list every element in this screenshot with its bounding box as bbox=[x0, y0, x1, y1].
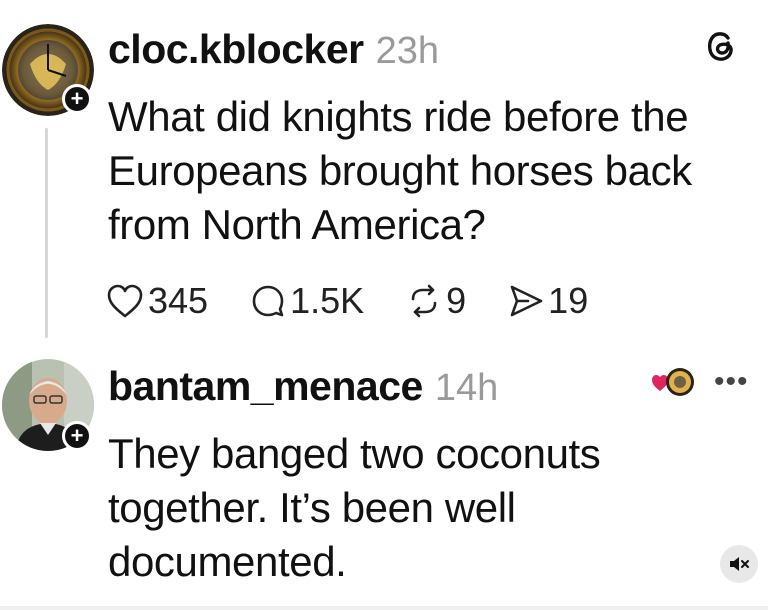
post-body-line: What did knights ride before the bbox=[108, 93, 689, 140]
post-body-line: documented. bbox=[108, 538, 347, 585]
reply-count: 1.5K bbox=[290, 280, 365, 321]
username[interactable]: bantam_menace bbox=[108, 363, 423, 410]
repost-button[interactable]: 9 bbox=[406, 280, 466, 322]
post-body: They banged two coconuts together. It’s … bbox=[108, 427, 601, 589]
repost-icon bbox=[411, 284, 437, 318]
share-icon bbox=[510, 285, 543, 317]
timestamp: 14h bbox=[434, 367, 499, 409]
threads-logo-icon[interactable] bbox=[701, 26, 741, 66]
like-button[interactable]: 345 bbox=[106, 280, 208, 322]
follow-plus-icon[interactable]: + bbox=[62, 421, 92, 451]
thread-connector-line bbox=[45, 128, 48, 338]
post-header: cloc.kblocker 23h bbox=[108, 26, 439, 73]
post-cloc-kblocker: + cloc.kblocker 23h What did knights rid… bbox=[0, 0, 768, 345]
post-body-line: from North America? bbox=[108, 201, 486, 248]
liked-by-author-icon bbox=[652, 368, 694, 396]
post-body-line: They banged two coconuts bbox=[108, 430, 601, 477]
post-body-line: Europeans brought horses back bbox=[108, 147, 692, 194]
timestamp: 23h bbox=[375, 30, 439, 72]
more-options-button[interactable]: ••• bbox=[714, 367, 749, 397]
like-count: 345 bbox=[148, 280, 209, 321]
share-button[interactable]: 19 bbox=[508, 280, 588, 322]
username[interactable]: cloc.kblocker bbox=[108, 26, 364, 73]
post-actions: 345 1.5K 9 19 bbox=[106, 280, 630, 322]
avatar-container[interactable]: + bbox=[2, 24, 94, 116]
follow-plus-icon[interactable]: + bbox=[62, 84, 92, 114]
post-header: bantam_menace 14h bbox=[108, 363, 498, 410]
heart-icon bbox=[107, 284, 143, 318]
reply-button[interactable]: 1.5K bbox=[250, 280, 364, 322]
speaker-mute-icon bbox=[730, 557, 749, 571]
comment-icon bbox=[252, 285, 284, 317]
share-count: 19 bbox=[548, 280, 589, 321]
divider bbox=[0, 606, 768, 610]
post-body: What did knights ride before the Europea… bbox=[108, 90, 692, 252]
post-bantam-menace: + bantam_menace 14h ••• They banged two … bbox=[0, 345, 768, 610]
mute-button[interactable] bbox=[720, 545, 758, 583]
post-body-line: together. It’s been well bbox=[108, 484, 516, 531]
repost-count: 9 bbox=[446, 280, 467, 321]
avatar-container[interactable]: + bbox=[2, 359, 94, 451]
